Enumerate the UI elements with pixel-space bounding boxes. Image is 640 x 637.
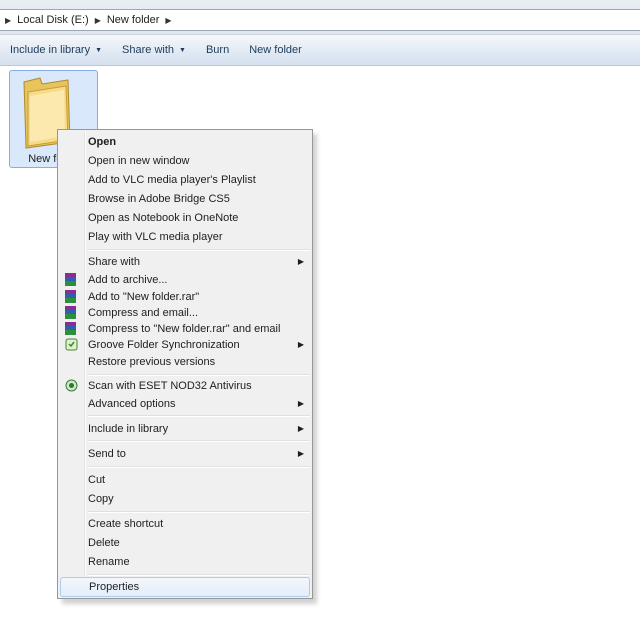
menu-item-label: Copy xyxy=(88,492,114,505)
menu-item-eset-scan[interactable]: Scan with ESET NOD32 Antivirus xyxy=(60,376,310,395)
menu-item-label: Include in library xyxy=(88,422,169,435)
share-with-label: Share with xyxy=(122,44,175,56)
menu-item-label: Properties xyxy=(89,581,140,593)
winrar-icon xyxy=(65,306,76,319)
menu-item-rename[interactable]: Rename xyxy=(60,552,310,571)
eset-icon xyxy=(65,379,78,392)
menu-separator xyxy=(88,466,310,468)
menu-item-label: Rename xyxy=(88,555,130,568)
menu-item-label: Delete xyxy=(88,536,120,549)
menu-item-label: Add to VLC media player's Playlist xyxy=(88,173,256,186)
menu-item-open[interactable]: Open xyxy=(60,132,310,151)
menu-item-label: Scan with ESET NOD32 Antivirus xyxy=(88,379,252,392)
share-with-button[interactable]: Share with ▼ xyxy=(112,35,196,65)
submenu-arrow-icon: ▶ xyxy=(297,424,304,433)
menu-item-label: Restore previous versions xyxy=(88,355,216,368)
menu-separator xyxy=(88,249,310,251)
winrar-icon xyxy=(65,273,76,286)
menu-separator xyxy=(88,440,310,442)
menu-separator xyxy=(88,511,310,513)
menu-item-include-library[interactable]: Include in library ▶ xyxy=(60,419,310,438)
menu-item-create-shortcut[interactable]: Create shortcut xyxy=(60,514,310,533)
menu-item-properties[interactable]: Properties xyxy=(60,577,310,597)
command-bar: Include in library ▼ Share with ▼ Burn N… xyxy=(0,35,640,66)
menu-item-label: Add to "New folder.rar" xyxy=(88,290,200,303)
menu-item-advanced-options[interactable]: Advanced options ▶ xyxy=(60,394,310,413)
menu-item-delete[interactable]: Delete xyxy=(60,533,310,552)
submenu-arrow-icon: ▶ xyxy=(297,399,304,408)
menu-item-cut[interactable]: Cut xyxy=(60,470,310,489)
breadcrumb-local-disk[interactable]: Local Disk (E:) xyxy=(17,14,89,26)
burn-label: Burn xyxy=(205,44,230,56)
menu-item-vlc-play[interactable]: Play with VLC media player xyxy=(60,227,310,246)
burn-button[interactable]: Burn xyxy=(196,35,239,65)
menu-item-vlc-playlist[interactable]: Add to VLC media player's Playlist xyxy=(60,170,310,189)
submenu-arrow-icon: ▶ xyxy=(297,449,304,458)
menu-item-adobe-bridge[interactable]: Browse in Adobe Bridge CS5 xyxy=(60,189,310,208)
menu-item-label: Play with VLC media player xyxy=(88,230,223,243)
new-folder-label: New folder xyxy=(249,44,302,56)
submenu-arrow-icon: ▶ xyxy=(297,257,304,266)
menu-item-label: Advanced options xyxy=(88,397,176,410)
menu-item-label: Compress and email... xyxy=(88,306,199,319)
menu-item-onenote[interactable]: Open as Notebook in OneNote xyxy=(60,208,310,227)
menu-item-label: Cut xyxy=(88,473,106,486)
address-bar: ▶ Local Disk (E:) ▶ New folder ▶ xyxy=(0,0,640,35)
submenu-arrow-icon: ▶ xyxy=(297,340,304,349)
menu-item-label: Open in new window xyxy=(88,154,190,167)
menu-item-label: Open as Notebook in OneNote xyxy=(88,211,239,224)
menu-item-restore-versions[interactable]: Restore previous versions xyxy=(60,352,310,371)
breadcrumb-new-folder[interactable]: New folder xyxy=(107,14,160,26)
winrar-icon xyxy=(65,322,76,335)
menu-item-label: Create shortcut xyxy=(88,517,164,530)
breadcrumb[interactable]: ▶ Local Disk (E:) ▶ New folder ▶ xyxy=(0,9,640,31)
menu-item-label: Share with xyxy=(88,255,140,268)
menu-item-label: Compress to "New folder.rar" and email xyxy=(88,322,281,335)
menu-item-label: Browse in Adobe Bridge CS5 xyxy=(88,192,230,205)
menu-separator xyxy=(88,574,310,576)
menu-item-label: Send to xyxy=(88,447,126,460)
winrar-icon xyxy=(65,290,76,303)
menu-item-share-with[interactable]: Share with ▶ xyxy=(60,252,310,271)
chevron-right-icon[interactable]: ▶ xyxy=(159,16,177,25)
menu-item-open-new-window[interactable]: Open in new window xyxy=(60,151,310,170)
groove-icon xyxy=(65,338,78,351)
menu-separator xyxy=(88,415,310,417)
new-folder-button[interactable]: New folder xyxy=(239,35,312,65)
dropdown-arrow-icon: ▼ xyxy=(95,46,103,54)
context-menu: Open Open in new window Add to VLC media… xyxy=(57,129,313,599)
menu-item-label: Groove Folder Synchronization xyxy=(88,338,240,351)
chevron-right-icon[interactable]: ▶ xyxy=(0,16,17,25)
chevron-right-icon[interactable]: ▶ xyxy=(89,16,107,25)
include-in-library-label: Include in library xyxy=(10,44,91,56)
include-in-library-button[interactable]: Include in library ▼ xyxy=(0,35,112,65)
menu-item-label: Add to archive... xyxy=(88,273,168,286)
menu-item-label: Open xyxy=(88,135,117,148)
menu-item-send-to[interactable]: Send to ▶ xyxy=(60,444,310,463)
menu-item-copy[interactable]: Copy xyxy=(60,489,310,508)
dropdown-arrow-icon: ▼ xyxy=(179,46,186,54)
